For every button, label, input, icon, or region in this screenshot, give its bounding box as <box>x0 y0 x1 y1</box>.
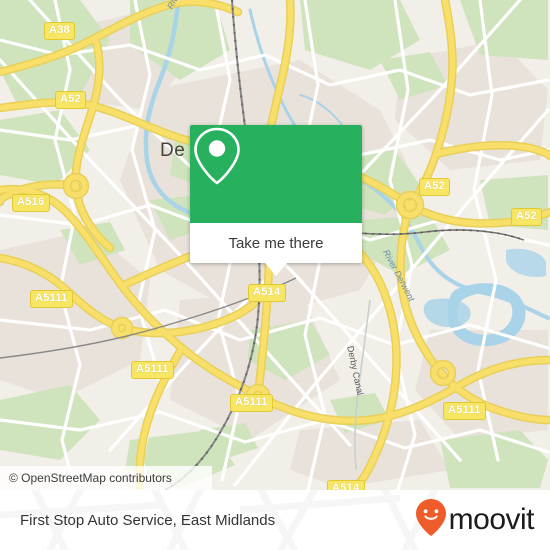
road-shield-a38: A38 <box>44 22 76 40</box>
road-shield-a52-nw: A52 <box>55 91 87 109</box>
map-screenshot: De River D River Derwent Derby Canal A38… <box>0 0 550 550</box>
moovit-pin-smiley-icon <box>415 499 446 541</box>
take-me-there-label: Take me there <box>228 234 324 252</box>
location-popup-card[interactable]: Take me there <box>190 125 362 276</box>
popup-header <box>190 125 362 223</box>
road-shield-a52-e: A52 <box>511 208 543 226</box>
osm-attribution-label: © OpenStreetMap contributors <box>9 471 172 485</box>
road-shield-a5111-s: A5111 <box>230 394 273 412</box>
map-label-city: De <box>160 140 186 161</box>
road-shield-a52-ne: A52 <box>419 178 451 196</box>
road-shield-a5111-sw: A5111 <box>131 361 174 379</box>
moovit-wordmark: moovit <box>448 503 535 536</box>
road-shield-a5111-e: A5111 <box>443 402 486 420</box>
footer-bar: First Stop Auto Service, East Midlands m… <box>0 490 550 550</box>
moovit-brand[interactable]: moovit <box>415 490 535 550</box>
popup-footer[interactable]: Take me there <box>190 223 362 276</box>
osm-attribution[interactable]: © OpenStreetMap contributors <box>0 466 212 490</box>
page-title: First Stop Auto Service, East Midlands <box>20 511 276 529</box>
popup-pointer <box>265 263 287 276</box>
road-shield-a514-c: A514 <box>248 284 286 302</box>
road-shield-a514-s: A514 <box>327 480 365 490</box>
road-shield-a516: A516 <box>12 194 50 212</box>
map-canvas[interactable]: De River D River Derwent Derby Canal A38… <box>0 0 550 490</box>
road-shield-a5111-w: A5111 <box>30 290 73 308</box>
